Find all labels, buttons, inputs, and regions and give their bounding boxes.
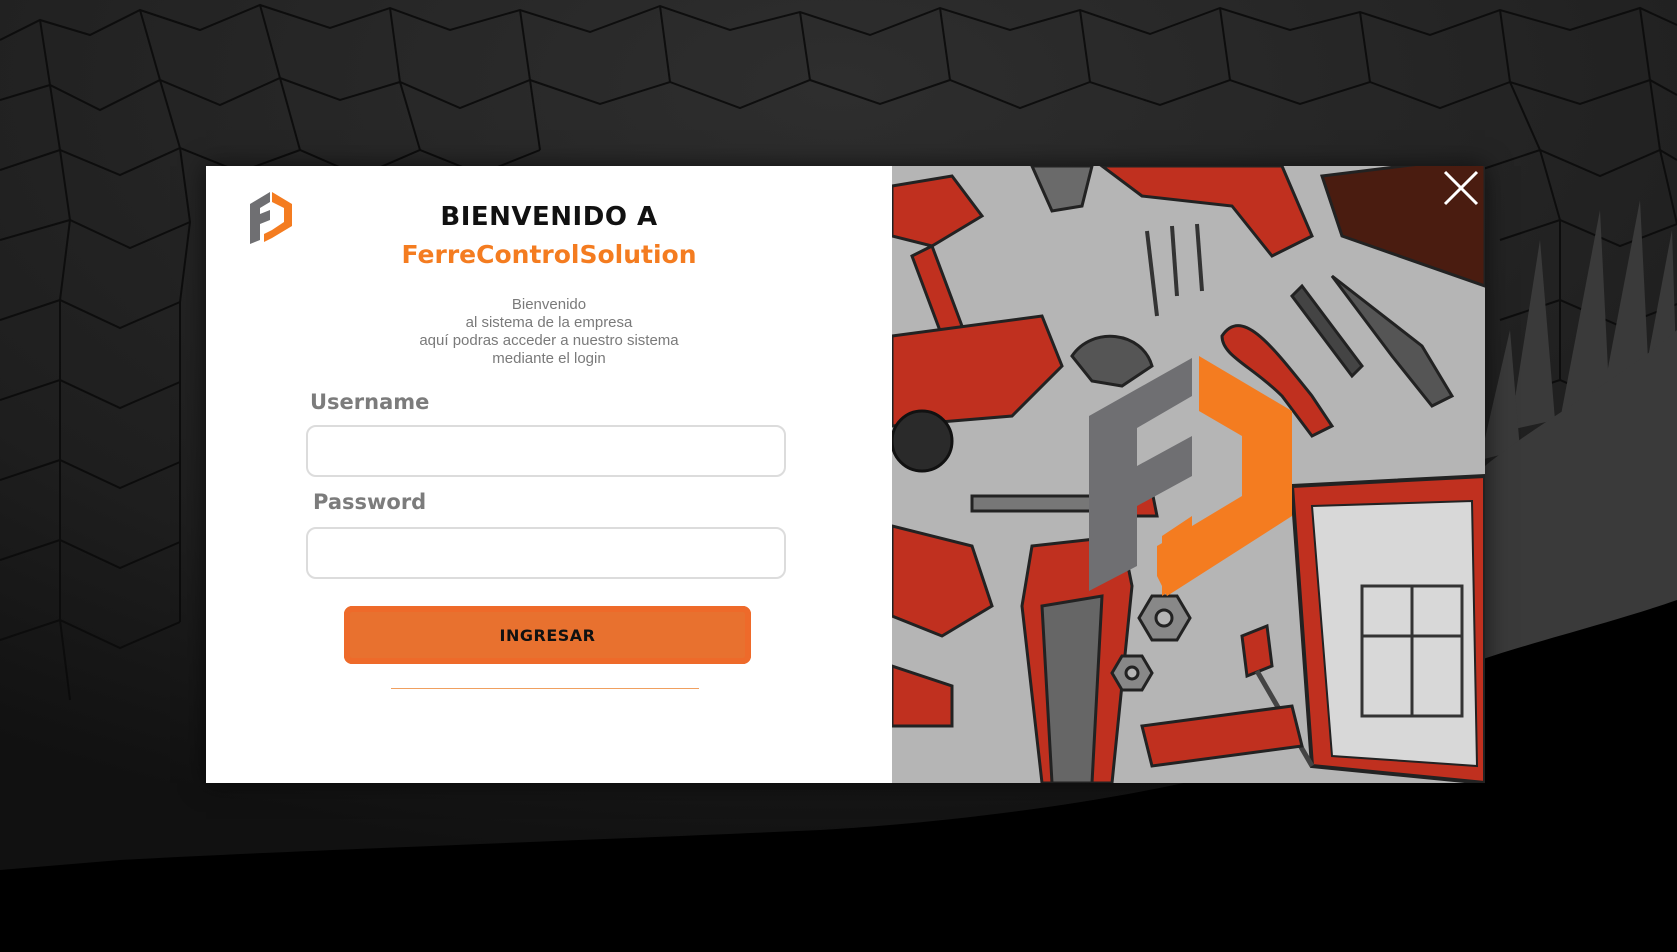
welcome-line: mediante el login [492,350,606,367]
password-input[interactable] [308,529,784,577]
login-form-panel: BIENVENIDO A FerreControlSolution Bienve… [206,166,892,783]
page-title: BIENVENIDO A [440,202,658,232]
password-field-wrapper [306,527,786,579]
brand-name: FerreControlSolution [401,240,697,269]
login-submit-button[interactable]: INGRESAR [344,606,751,664]
welcome-line: Bienvenido [511,296,587,313]
login-modal: BIENVENIDO A FerreControlSolution Bienve… [206,166,1485,783]
tools-illustration [892,166,1485,783]
divider [391,688,699,689]
password-label: Password [313,490,427,514]
welcome-line: al sistema de la empresa [465,314,633,331]
welcome-line: aquí podras acceder a nuestro sistema [419,332,679,349]
close-button[interactable] [1435,166,1485,216]
username-field-wrapper [306,425,786,477]
tools-illustration-panel [892,166,1485,783]
close-icon [1443,170,1479,206]
username-label: Username [310,390,430,414]
username-input[interactable] [308,427,784,475]
welcome-message: Bienvenido al sistema de la empresa aquí… [206,296,892,368]
